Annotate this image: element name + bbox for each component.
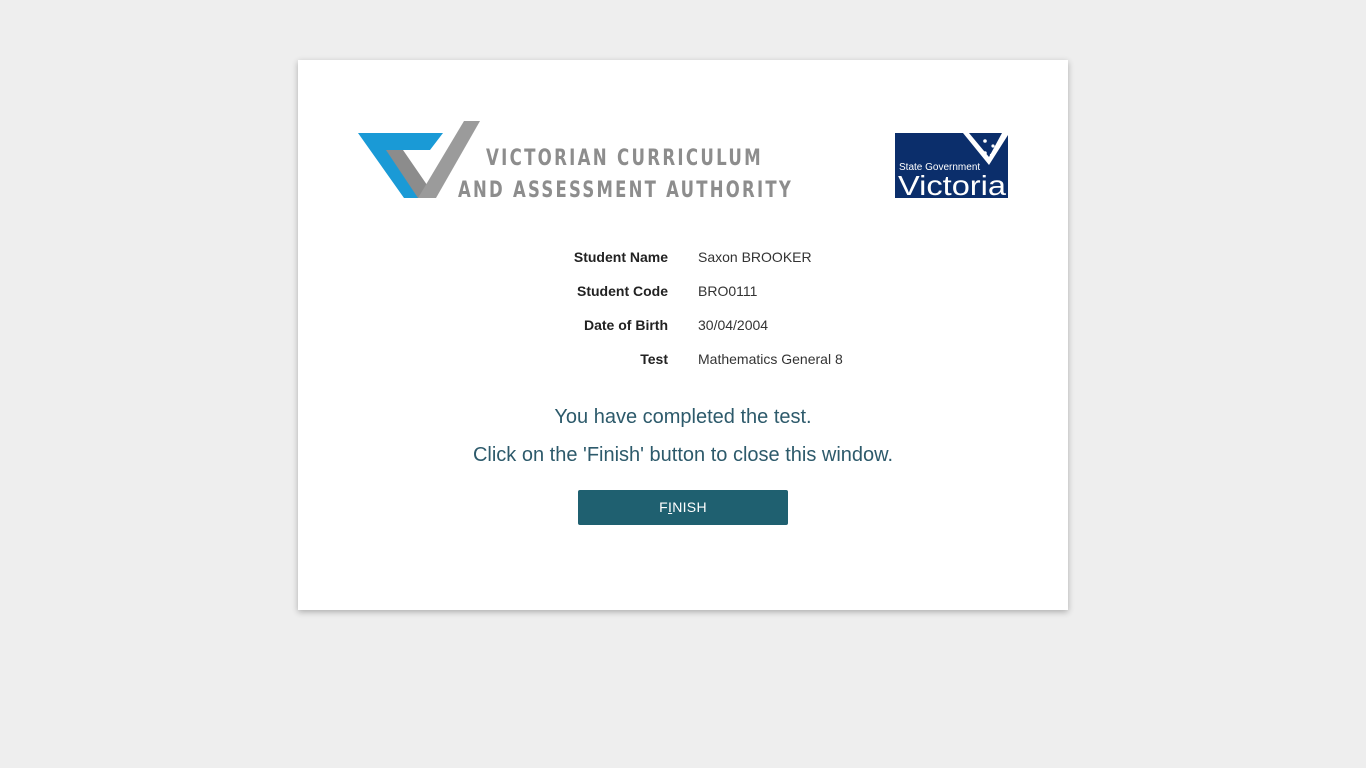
student-name-value: Saxon BROOKER bbox=[698, 249, 812, 265]
finish-label-suffix: NISH bbox=[672, 499, 707, 515]
info-row-student-code: Student Code BRO0111 bbox=[298, 280, 1068, 314]
date-of-birth-label: Date of Birth bbox=[584, 317, 668, 333]
student-code-label: Student Code bbox=[577, 283, 668, 299]
instruction-message: Click on the 'Finish' button to close th… bbox=[472, 444, 894, 466]
completion-card: VICTORIAN CURRICULUM AND ASSESSMENT AUTH… bbox=[298, 60, 1068, 610]
vic-logo-large-text: Victoria bbox=[898, 170, 1006, 198]
state-government-victoria-logo: State Government Victoria bbox=[895, 133, 1008, 198]
student-name-label: Student Name bbox=[573, 249, 668, 265]
vcaa-logo-line2: AND ASSESSMENT AUTHORITY bbox=[458, 178, 793, 200]
finish-button[interactable]: FINISH bbox=[578, 490, 788, 525]
info-row-date-of-birth: Date of Birth 30/04/2004 bbox=[298, 314, 1068, 348]
info-row-test: Test Mathematics General 8 bbox=[298, 348, 1068, 382]
date-of-birth-value: 30/04/2004 bbox=[698, 317, 769, 333]
test-value: Mathematics General 8 bbox=[698, 351, 843, 367]
vcaa-logo: VICTORIAN CURRICULUM AND ASSESSMENT AUTH… bbox=[358, 121, 793, 200]
finish-label-prefix: F bbox=[659, 499, 668, 515]
vcaa-logo-line1: VICTORIAN CURRICULUM bbox=[486, 146, 763, 171]
student-info-table: Student Name Saxon BROOKER Student Code … bbox=[298, 246, 1068, 382]
info-row-student-name: Student Name Saxon BROOKER bbox=[298, 246, 1068, 280]
test-label: Test bbox=[640, 351, 668, 367]
student-code-value: BRO0111 bbox=[698, 283, 758, 299]
completed-message: You have completed the test. bbox=[554, 406, 812, 428]
